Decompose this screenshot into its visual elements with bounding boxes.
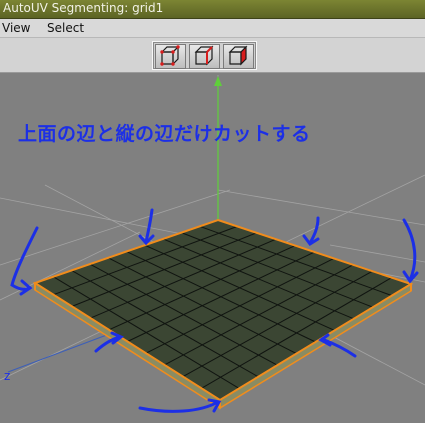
arrow-bottom-icon [138,400,220,413]
menu-view[interactable]: View [2,21,30,35]
menu-bar: View Select [0,19,425,38]
z-axis-label: z [4,369,10,383]
toolbar [0,38,425,73]
cube-mode-2-icon [194,45,214,66]
cube-mode-1-icon [160,45,180,66]
title-bar: AutoUV Segmenting: grid1 [0,0,425,19]
annotation-text: 上面の辺と縦の辺だけカットする [18,123,311,145]
arrow-right-icon [402,218,417,282]
cube-mode-3-icon [228,45,248,66]
z-axis [7,329,121,373]
vertex-mode-button[interactable] [155,44,186,69]
y-axis-arrow [214,76,222,86]
edge-mode-button[interactable] [189,44,220,69]
grid-top-face[interactable] [35,220,411,400]
window-title: AutoUV Segmenting: grid1 [3,1,164,15]
3d-viewport[interactable]: z 上面の辺と縦の辺だけカットする [0,73,425,423]
face-mode-button[interactable] [223,44,254,69]
arrow-left-icon [10,226,39,291]
menu-select[interactable]: Select [47,21,84,35]
arrow-bottom-right-icon [320,337,357,358]
selection-mode-group [152,41,257,70]
